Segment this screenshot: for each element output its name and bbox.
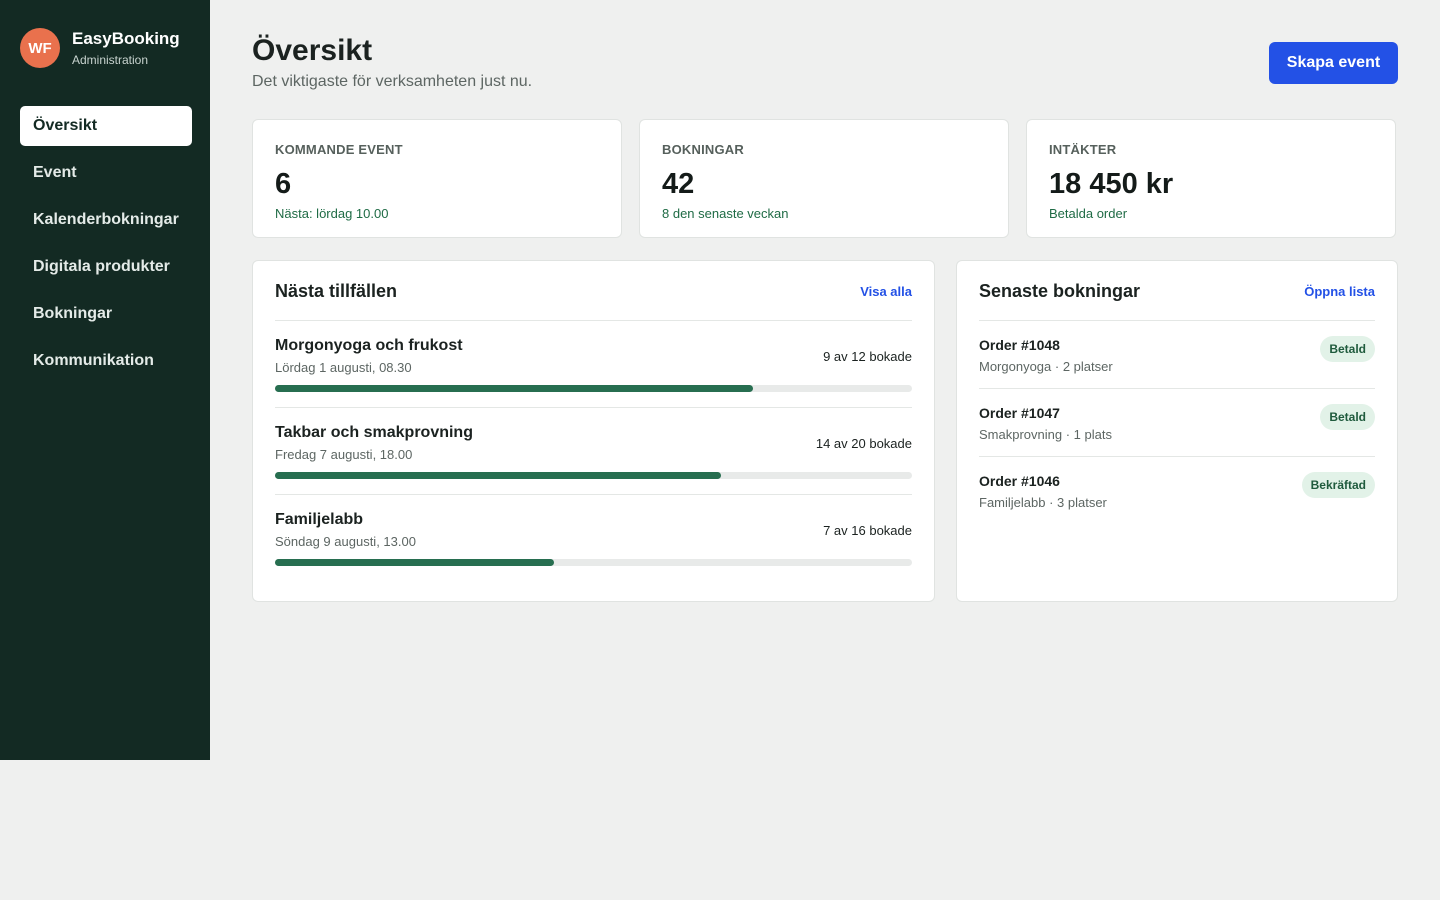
status-badge: Betald (1320, 336, 1375, 362)
order-row[interactable]: Order #1048 Morgonyoga · 2 platser Betal… (979, 321, 1375, 389)
brand-name: EasyBooking (72, 29, 180, 48)
event-row[interactable]: Takbar och smakprovning Fredag 7 augusti… (275, 408, 912, 495)
booking-progress-bar (275, 472, 912, 479)
avatar[interactable]: WF (20, 28, 60, 68)
status-badge: Bekräftad (1301, 472, 1375, 498)
page-title: Översikt (252, 34, 373, 67)
event-date: Lördag 1 augusti, 08.30 (275, 360, 412, 375)
page-subtitle: Det viktigaste för verksamheten just nu. (252, 73, 533, 90)
event-row[interactable]: Familjelabb Söndag 9 augusti, 13.00 7 av… (275, 495, 912, 582)
stat-label: INTÄKTER (1049, 142, 1117, 157)
open-list-link[interactable]: Öppna lista (1304, 284, 1375, 299)
stat-value: 42 (662, 168, 695, 200)
panel-header: Senaste bokningar Öppna lista (979, 261, 1375, 321)
sidebar-item-kommunikation[interactable]: Kommunikation (20, 341, 192, 381)
panel-title: Nästa tillfällen (275, 281, 398, 301)
panel-header: Nästa tillfällen Visa alla (275, 261, 912, 321)
event-date: Söndag 9 augusti, 13.00 (275, 534, 416, 549)
order-row[interactable]: Order #1046 Familjelabb · 3 platser Bekr… (979, 457, 1375, 525)
sidebar: WF EasyBooking Administration Översikt E… (0, 0, 210, 760)
event-name: Morgonyoga och frukost (275, 337, 463, 354)
sidebar-item-bokningar[interactable]: Bokningar (20, 294, 192, 334)
event-booking-count: 7 av 16 bokade (823, 523, 912, 538)
stat-card-upcoming-events: KOMMANDE EVENT 6 Nästa: lördag 10.00 (252, 119, 622, 238)
stats-row: KOMMANDE EVENT 6 Nästa: lördag 10.00 BOK… (252, 119, 1396, 238)
booking-progress-fill (275, 472, 721, 479)
order-detail: Smakprovning · 1 plats (979, 427, 1112, 442)
brand-text: EasyBooking Administration (72, 29, 180, 67)
stat-value: 18 450 kr (1049, 168, 1174, 200)
event-booking-count: 9 av 12 bokade (823, 349, 912, 364)
stat-value: 6 (275, 168, 292, 200)
order-row[interactable]: Order #1047 Smakprovning · 1 plats Betal… (979, 389, 1375, 457)
show-all-link[interactable]: Visa alla (860, 284, 912, 299)
stat-label: KOMMANDE EVENT (275, 142, 403, 157)
recent-bookings-panel: Senaste bokningar Öppna lista Order #104… (956, 260, 1398, 602)
stat-card-bookings: BOKNINGAR 42 8 den senaste veckan (639, 119, 1009, 238)
booking-progress-bar (275, 385, 912, 392)
booking-progress-fill (275, 559, 554, 566)
stat-label: BOKNINGAR (662, 142, 744, 157)
event-row[interactable]: Morgonyoga och frukost Lördag 1 augusti,… (275, 321, 912, 408)
sidebar-nav: Översikt Event Kalenderbokningar Digital… (20, 106, 192, 381)
event-booking-count: 14 av 20 bokade (815, 436, 912, 451)
sidebar-item-kalenderbokningar[interactable]: Kalenderbokningar (20, 200, 192, 240)
booking-progress-bar (275, 559, 912, 566)
brand: WF EasyBooking Administration (20, 28, 192, 68)
upcoming-panel: Nästa tillfällen Visa alla Morgonyoga oc… (252, 260, 935, 602)
stat-note: 8 den senaste veckan (662, 206, 789, 221)
brand-subtitle: Administration (72, 53, 149, 67)
stat-note: Betalda order (1049, 206, 1128, 221)
booking-progress-fill (275, 385, 753, 392)
create-event-button[interactable]: Skapa event (1269, 42, 1398, 84)
sidebar-item-oversikt[interactable]: Översikt (20, 106, 192, 146)
stat-note: Nästa: lördag 10.00 (275, 206, 389, 221)
stat-card-revenue: INTÄKTER 18 450 kr Betalda order (1026, 119, 1396, 238)
panel-title: Senaste bokningar (979, 281, 1141, 301)
status-badge: Betald (1320, 404, 1375, 430)
order-id: Order #1048 (979, 337, 1060, 353)
sidebar-item-event[interactable]: Event (20, 153, 192, 193)
order-id: Order #1047 (979, 405, 1060, 421)
event-name: Familjelabb (275, 511, 364, 528)
sidebar-item-digitala-produkter[interactable]: Digitala produkter (20, 247, 192, 287)
order-detail: Morgonyoga · 2 platser (979, 359, 1113, 374)
